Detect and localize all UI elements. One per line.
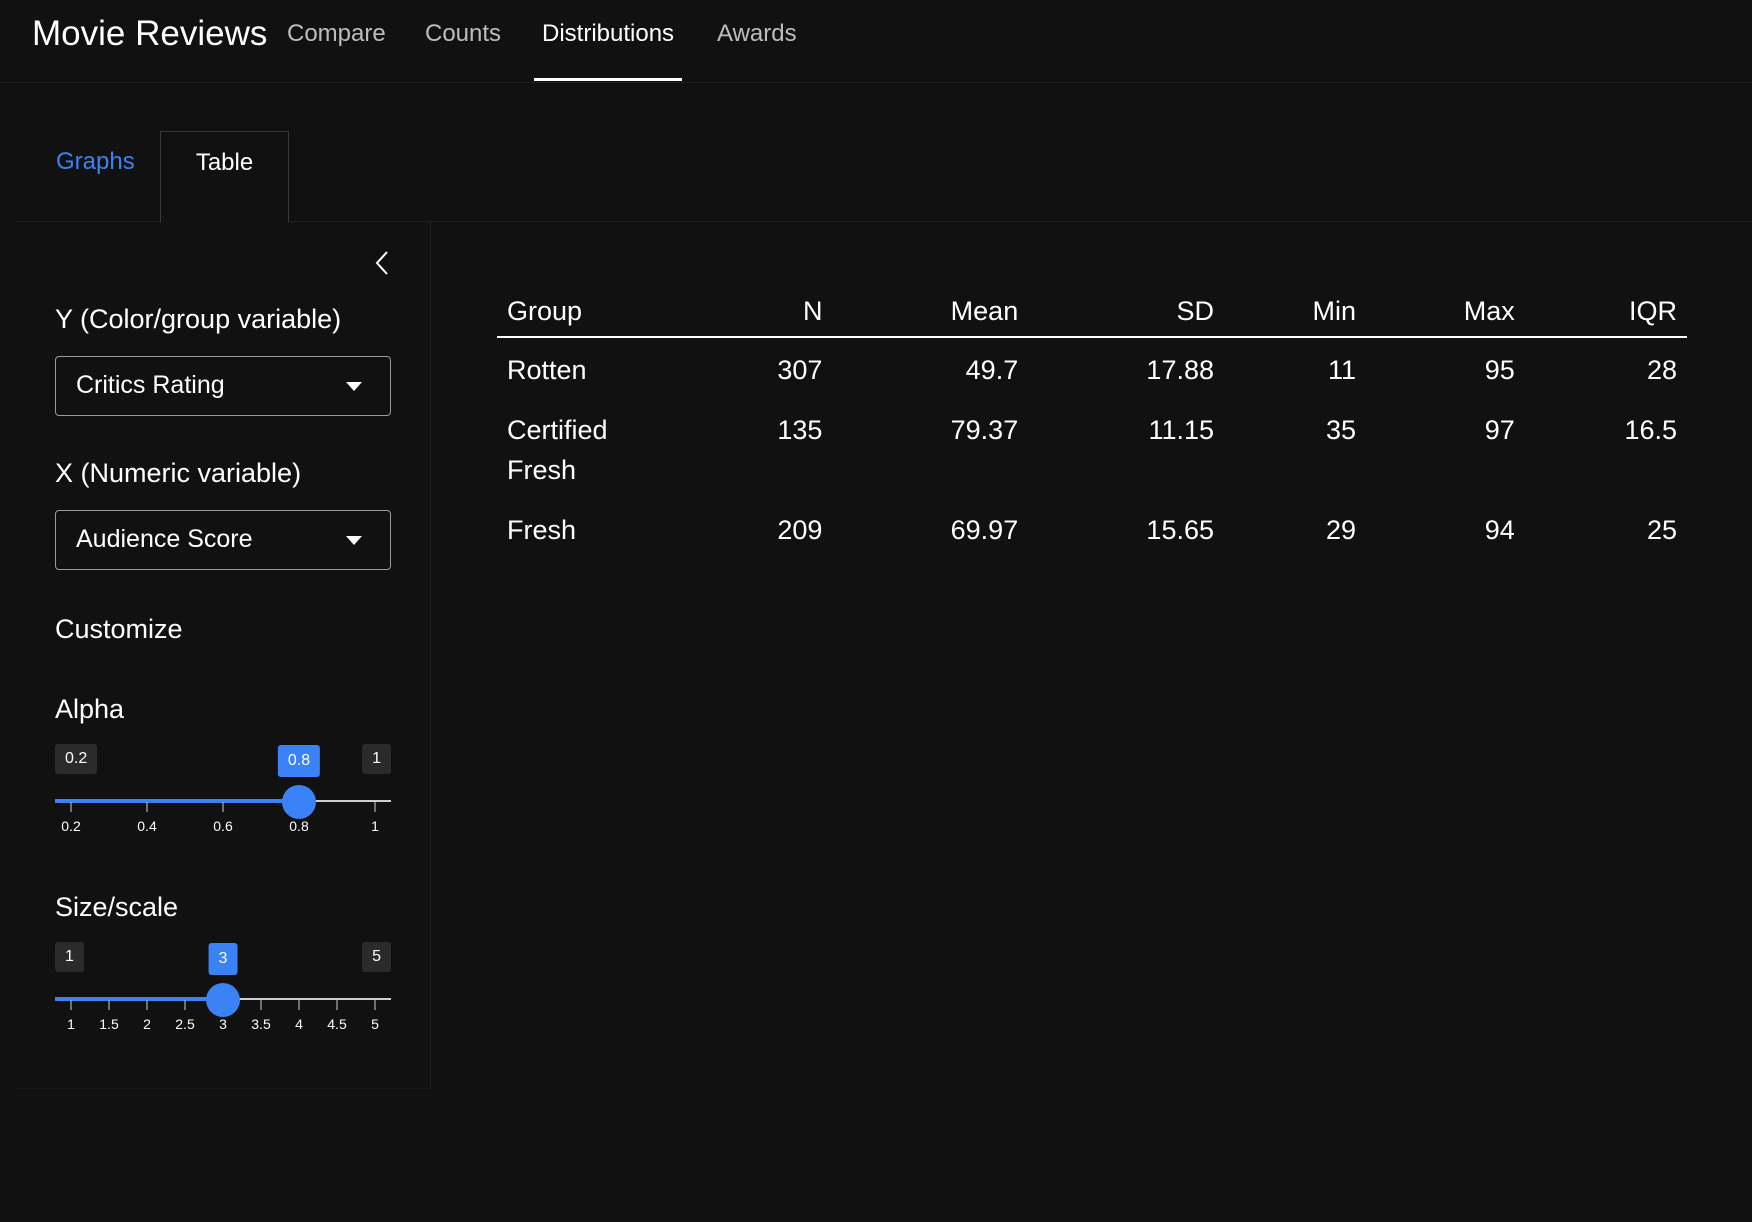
slider-tick	[146, 1000, 148, 1010]
slider-tick	[70, 1000, 72, 1010]
table-cell-max: 97	[1484, 415, 1515, 445]
y-variable-select[interactable]: Critics Rating	[55, 356, 391, 416]
table-cell-group: Certified Fresh	[507, 415, 608, 485]
table-cell-iqr: 25	[1646, 515, 1677, 545]
slider-tick	[222, 802, 224, 812]
slider-tick-label: 5	[371, 1016, 379, 1032]
view-tabs: Graphs Table	[16, 130, 1752, 223]
y-variable-label: Y (Color/group variable)	[55, 304, 342, 334]
slider-tick	[336, 1000, 338, 1010]
column-header-group: Group	[497, 290, 687, 338]
column-header-min: Min	[1224, 290, 1366, 338]
app-title[interactable]: Movie Reviews	[32, 14, 267, 54]
table-row: Rotten 307 49.7 17.88 11 95 28	[497, 337, 1687, 398]
size-label: Size/scale	[55, 892, 179, 922]
slider-tick-label: 3	[219, 1016, 227, 1032]
active-tab-indicator	[534, 78, 682, 81]
table-cell-min: 29	[1325, 515, 1356, 545]
nav-tab-distributions[interactable]: Distributions	[542, 20, 674, 48]
slider-thumb[interactable]	[206, 983, 240, 1017]
column-header-sd: SD	[1028, 290, 1224, 338]
slider-tick-label: 4.5	[327, 1016, 347, 1032]
table-cell-sd: 11.15	[1148, 415, 1214, 445]
collapse-sidebar-button[interactable]	[368, 246, 398, 280]
alpha-slider[interactable]: 0.2 1 0.8 0.2 0.4 0.6 0.8 1	[55, 744, 391, 854]
slider-min-label: 1	[55, 942, 84, 972]
alpha-label: Alpha	[55, 694, 125, 724]
table-cell-n: 307	[777, 355, 823, 385]
table-cell-group: Fresh	[507, 515, 577, 545]
slider-tick-label: 0.6	[213, 818, 233, 834]
slider-thumb[interactable]	[282, 785, 316, 819]
customize-heading: Customize	[55, 614, 183, 644]
x-variable-select[interactable]: Audience Score	[55, 510, 391, 570]
slider-tick	[374, 802, 376, 812]
table-cell-sd: 15.65	[1146, 515, 1214, 545]
column-header-iqr: IQR	[1524, 290, 1687, 338]
slider-tick-label: 2	[143, 1016, 151, 1032]
slider-tick-label: 1.5	[99, 1016, 119, 1032]
table-cell-iqr: 28	[1646, 355, 1677, 385]
table-cell-n: 135	[777, 415, 823, 445]
table-cell-n: 209	[777, 515, 823, 545]
slider-tick-label: 3.5	[251, 1016, 271, 1032]
nav-tab-awards[interactable]: Awards	[717, 20, 797, 48]
slider-tick-label: 2.5	[175, 1016, 195, 1032]
summary-table: Group N Mean SD Min Max IQR Rotten 307 4…	[497, 290, 1687, 558]
slider-tick-label: 0.2	[61, 818, 81, 834]
tab-table[interactable]: Table	[160, 131, 289, 223]
column-header-n: N	[687, 290, 833, 338]
slider-min-label: 0.2	[55, 744, 98, 774]
slider-tick	[108, 1000, 110, 1010]
slider-max-label: 1	[362, 744, 391, 774]
slider-tick	[260, 1000, 262, 1010]
chevron-left-icon	[375, 251, 388, 275]
slider-tick-label: 0.4	[137, 818, 157, 834]
x-variable-label: X (Numeric variable)	[55, 458, 302, 488]
slider-tick-label: 4	[295, 1016, 303, 1032]
sidebar-panel: Y (Color/group variable) Critics Rating …	[16, 222, 431, 1089]
table-cell-min: 11	[1327, 355, 1356, 385]
table-row: Fresh 209 69.97 15.65 29 94 25	[497, 498, 1687, 558]
slider-tick-label: 1	[371, 818, 379, 834]
slider-max-label: 5	[362, 942, 391, 972]
table-cell-mean: 49.7	[965, 355, 1019, 385]
x-variable-value: Audience Score	[76, 525, 253, 553]
summary-table-panel: Group N Mean SD Min Max IQR Rotten 307 4…	[497, 290, 1687, 558]
column-header-max: Max	[1365, 290, 1525, 338]
slider-value-label: 3	[208, 943, 238, 975]
table-cell-group: Rotten	[507, 355, 587, 385]
slider-tick-label: 0.8	[289, 818, 309, 834]
column-header-mean: Mean	[832, 290, 1029, 338]
table-cell-iqr: 16.5	[1624, 415, 1677, 445]
slider-tick	[146, 802, 148, 812]
caret-down-icon	[346, 536, 362, 545]
nav-tab-counts[interactable]: Counts	[425, 20, 501, 48]
top-navbar: Movie Reviews Compare Counts Distributio…	[0, 0, 1752, 83]
caret-down-icon	[346, 382, 362, 391]
slider-fill	[55, 997, 223, 1001]
table-header-row: Group N Mean SD Min Max IQR	[497, 290, 1687, 338]
table-cell-mean: 79.37	[950, 415, 1019, 445]
table-cell-max: 95	[1484, 355, 1515, 385]
tab-graphs[interactable]: Graphs	[56, 148, 135, 176]
size-slider[interactable]: 1 5 3 1 1.5 2 2.5 3 3.5 4 4.5 5	[55, 942, 391, 1052]
nav-tab-compare[interactable]: Compare	[287, 20, 386, 48]
slider-tick-label: 1	[67, 1016, 75, 1032]
table-cell-max: 94	[1484, 515, 1515, 545]
slider-tick	[70, 802, 72, 812]
table-cell-sd: 17.88	[1146, 355, 1214, 385]
table-cell-min: 35	[1325, 415, 1356, 445]
y-variable-value: Critics Rating	[76, 371, 225, 399]
table-cell-mean: 69.97	[950, 515, 1019, 545]
slider-tick	[374, 1000, 376, 1010]
table-row: Certified Fresh 135 79.37 11.15 35 97 16…	[497, 398, 1687, 498]
slider-tick	[184, 1000, 186, 1010]
slider-tick	[298, 1000, 300, 1010]
slider-fill	[55, 799, 299, 803]
slider-value-label: 0.8	[277, 745, 321, 777]
